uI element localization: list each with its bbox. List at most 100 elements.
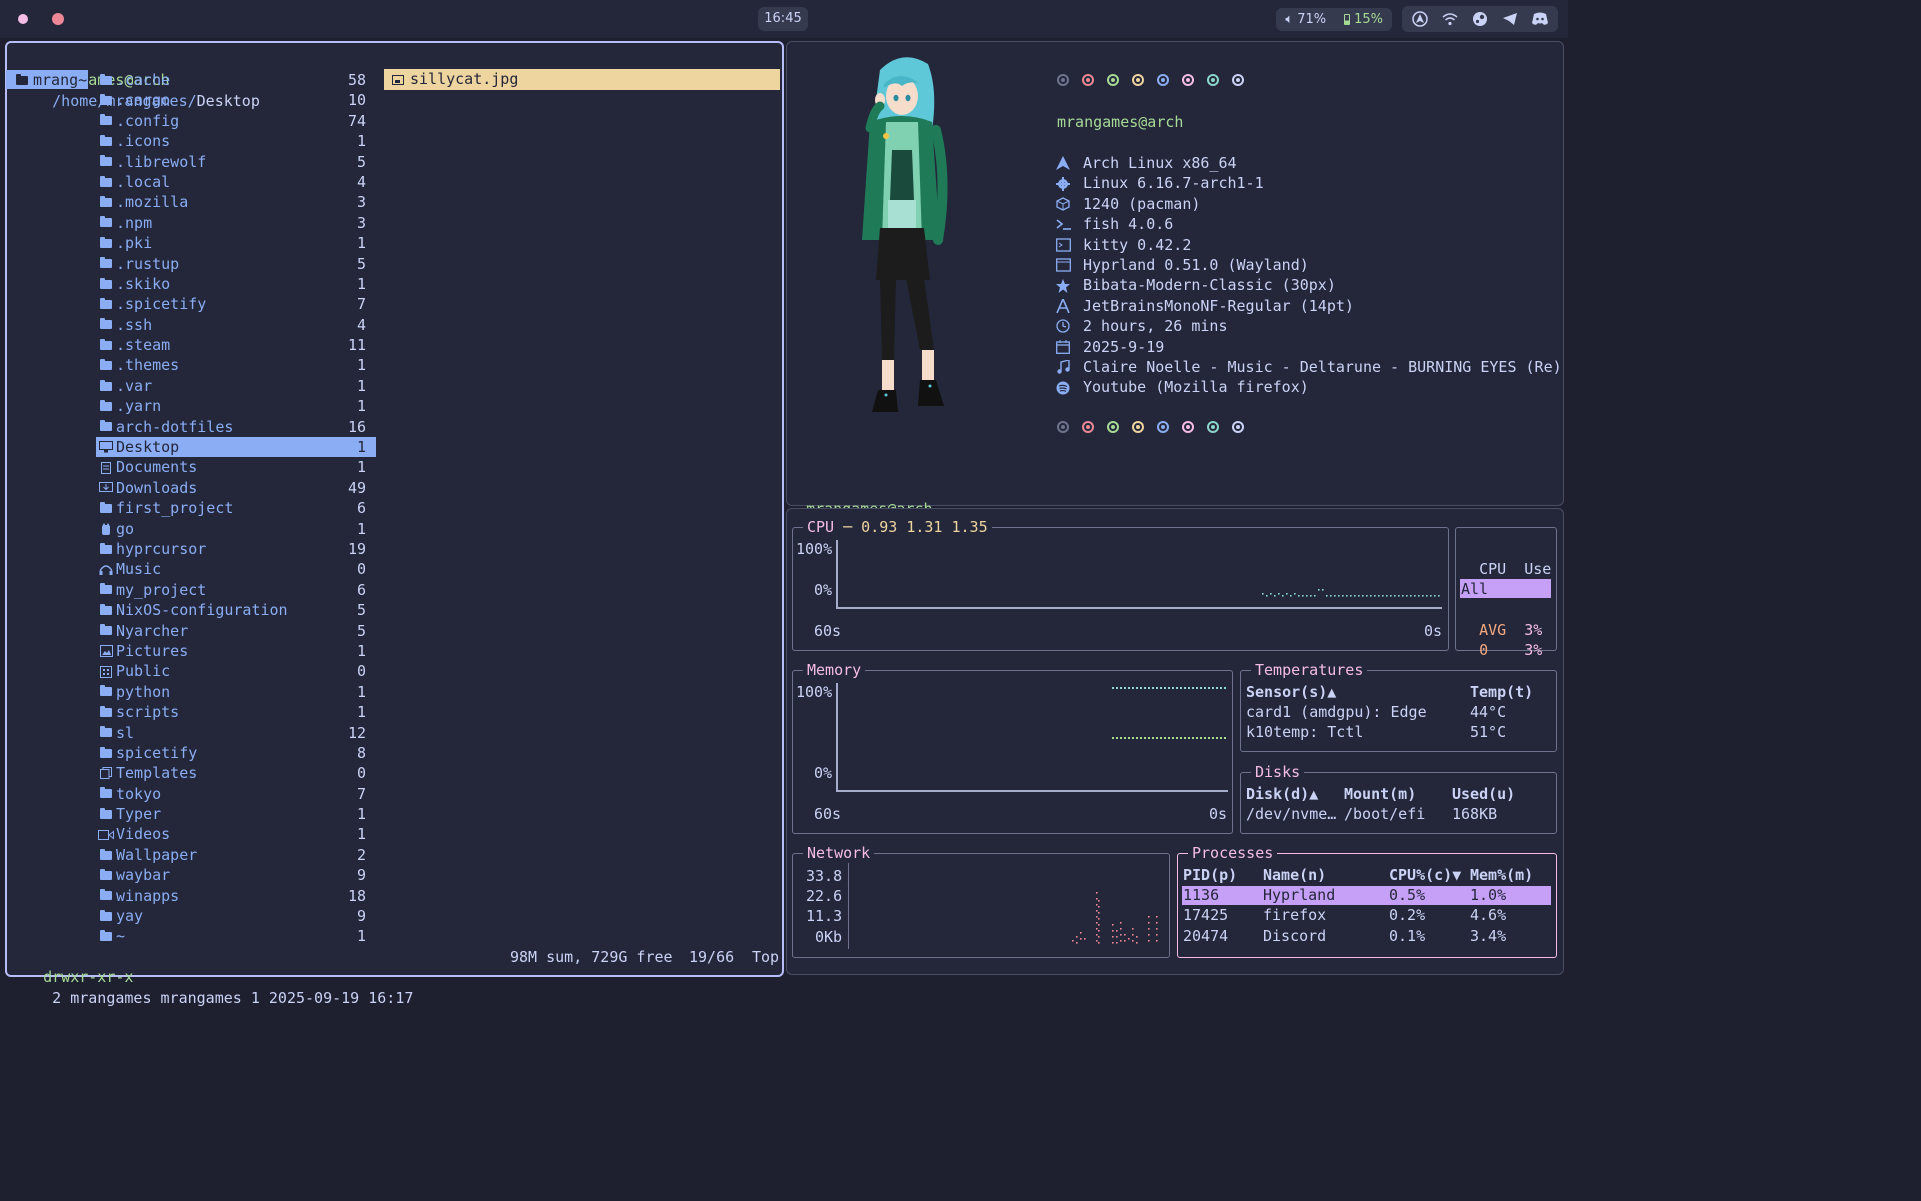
temperatures-box-title: Temperatures [1251,660,1368,681]
dir-entry[interactable]: scripts 1 [96,702,376,722]
dir-entry[interactable]: waybar 9 [96,865,376,885]
fastfetch-value: fish 4.0.6 [1083,215,1174,234]
proc-col-mem[interactable]: Mem%(m) [1470,865,1533,885]
dir-entry[interactable]: .local 4 [96,172,376,192]
dir-entry-name: ~ [116,927,126,946]
dir-entry[interactable]: .spicetify 7 [96,294,376,314]
dir-entry-name: Typer [116,805,162,824]
dir-entry-name: Public [116,662,171,681]
dir-entry-count: 7 [356,295,366,314]
dir-entry[interactable]: .ssh 4 [96,315,376,335]
folder-icon [96,603,116,615]
proc-col-name[interactable]: Name(n) [1263,865,1326,885]
dir-entry[interactable]: .librewolf 5 [96,152,376,172]
dir-entry[interactable]: arch-dotfiles 16 [96,417,376,437]
dir-entry-name: .cache [116,71,171,89]
dir-entry[interactable]: .cargo 10 [96,90,376,110]
dir-entry[interactable]: .themes 1 [96,355,376,375]
dir-entry[interactable]: .npm 3 [96,213,376,233]
disks-col-used[interactable]: Used(u) [1452,784,1515,804]
dir-entry[interactable]: Desktop 1 [96,437,376,458]
dir-entry[interactable]: Documents 1 [96,457,376,477]
dir-entry[interactable]: Videos 1 [96,824,376,844]
preview-file-item[interactable]: sillycat.jpg [384,69,780,90]
palette-dot [1082,74,1094,86]
dir-entry-name: waybar [116,866,171,885]
fastfetch-value: 2025-9-19 [1083,337,1165,356]
dir-entry[interactable]: Templates 0 [96,763,376,783]
dir-entry[interactable]: yay 9 [96,906,376,926]
dir-entry[interactable]: tokyo 7 [96,784,376,804]
dir-entry[interactable]: .pki 1 [96,233,376,253]
temp-row-sensor-2: k10temp: Tctl [1246,723,1364,741]
parent-dir-label: mrang~ [33,71,88,90]
dir-entry-count: 7 [356,784,366,803]
dir-entry[interactable]: .icons 1 [96,131,376,151]
dir-entry[interactable]: Wallpaper 2 [96,845,376,865]
dir-entry[interactable]: .rustup 5 [96,254,376,274]
folder-icon [96,583,116,595]
folder-icon [96,114,116,126]
proc-col-cpu[interactable]: CPU%(c)▼ [1389,865,1461,885]
dir-entry[interactable]: Typer 1 [96,804,376,824]
pictures-icon [96,645,116,658]
dir-entry[interactable]: .steam 11 [96,335,376,355]
arch-icon[interactable] [1411,10,1429,28]
dir-entry[interactable]: winapps 18 [96,886,376,906]
palette-dot [1057,421,1069,433]
dir-entry[interactable]: .config 74 [96,111,376,131]
dir-entry[interactable]: Public 0 [96,661,376,681]
parent-dir-item[interactable]: mrang~ [6,70,88,89]
volume-level[interactable]: 71% [1297,12,1326,27]
folder-icon [96,175,116,187]
process-row[interactable]: 1136 Hyprland 0.5% 1.0% [1182,886,1551,905]
volume-icon[interactable]: 🔈︎ [1285,12,1293,27]
workspace-dot-1[interactable] [18,14,28,24]
documents-icon [96,461,116,474]
clock[interactable]: 16:45 [758,7,808,31]
telegram-icon[interactable] [1501,10,1519,28]
dir-entry[interactable]: NixOS-configuration 5 [96,600,376,620]
disks-col-mount[interactable]: Mount(m) [1344,784,1416,804]
temps-col-sensor[interactable]: Sensor(s)▲ [1246,682,1336,702]
wifi-icon[interactable] [1441,10,1459,28]
dir-entry[interactable]: go 1 [96,519,376,539]
dir-entry[interactable]: .cache 58 [96,70,376,90]
dir-entry[interactable]: spicetify 8 [96,743,376,763]
dir-entry[interactable]: Downloads 49 [96,478,376,498]
process-row[interactable]: 17425 firefox 0.2% 4.6% [1182,906,1551,925]
temps-col-temp[interactable]: Temp(t) [1470,682,1533,702]
fastfetch-value: kitty 0.42.2 [1083,235,1192,254]
terminal-icon [1056,238,1083,252]
folder-icon [96,848,116,860]
dir-entry[interactable]: .var 1 [96,376,376,396]
dir-entry[interactable]: .mozilla 3 [96,192,376,212]
workspace-dot-2[interactable] [52,13,64,25]
dir-entry[interactable]: .yarn 1 [96,396,376,416]
dir-entry-count: 19 [347,539,366,558]
proc-col-pid[interactable]: PID(p) [1183,865,1237,885]
dir-entry[interactable]: ~1 [96,926,376,946]
fastfetch-value: 2 hours, 26 mins [1083,317,1228,336]
dir-entry[interactable]: Nyarcher 5 [96,621,376,641]
dir-entry[interactable]: python 1 [96,682,376,702]
memory-box: Memory [792,660,1233,834]
disks-col-disk[interactable]: Disk(d)▲ [1246,784,1318,804]
dir-entry[interactable]: Pictures 1 [96,641,376,661]
music-icon [1056,360,1083,374]
fastfetch-value: Bibata-Modern-Classic (30px) [1083,276,1336,295]
discord-icon[interactable] [1531,10,1549,28]
dir-entry[interactable]: .skiko 1 [96,274,376,294]
steam-icon[interactable] [1471,10,1489,28]
palette-dot [1132,421,1144,433]
folder-icon [96,216,116,228]
dir-entry-name: .icons [116,132,171,151]
directory-list: .cache 58 .cargo 10 .config 74 .icons 1 .librewo… [96,70,376,947]
cpu-all-row[interactable]: All [1460,579,1551,598]
process-row[interactable]: 20474 Discord 0.1% 3.4% [1182,927,1551,946]
dir-entry[interactable]: my_project 6 [96,580,376,600]
dir-entry[interactable]: hyprcursor 19 [96,539,376,559]
dir-entry[interactable]: first_project 6 [96,498,376,518]
dir-entry[interactable]: sl 12 [96,723,376,743]
dir-entry[interactable]: Music 0 [96,559,376,579]
